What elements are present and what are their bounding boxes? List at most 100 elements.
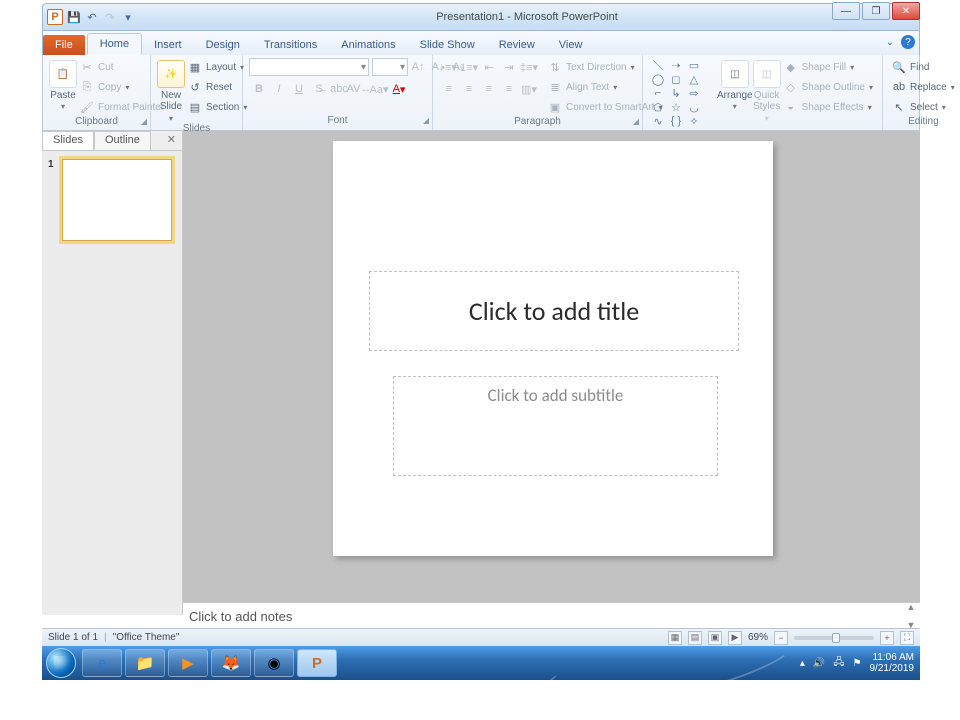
- italic-button[interactable]: I: [269, 80, 289, 98]
- tray-clock[interactable]: 11:06 AM 9/21/2019: [870, 652, 915, 674]
- app-icon[interactable]: P: [47, 9, 63, 25]
- qat-customize-icon[interactable]: ▾: [121, 10, 135, 24]
- undo-icon[interactable]: ↶: [85, 10, 99, 24]
- shape-oval-icon[interactable]: ◯: [650, 73, 666, 85]
- tab-animations[interactable]: Animations: [329, 35, 407, 55]
- pane-tab-slides[interactable]: Slides: [42, 131, 94, 150]
- font-name-combo[interactable]: ▾: [249, 58, 369, 76]
- shape-brace-icon[interactable]: { }: [668, 115, 684, 127]
- increase-font-icon[interactable]: A↑: [408, 58, 428, 76]
- view-normal-icon[interactable]: ▦: [668, 631, 682, 645]
- bold-button[interactable]: B: [249, 80, 269, 98]
- redo-icon[interactable]: ↷: [103, 10, 117, 24]
- shape-star4-icon[interactable]: ✧: [686, 115, 702, 127]
- shape-star-icon[interactable]: ☆: [668, 101, 684, 113]
- taskbar-powerpoint[interactable]: P: [297, 649, 337, 677]
- align-center-button[interactable]: ≡: [459, 80, 479, 98]
- view-slideshow-icon[interactable]: ▶: [728, 631, 742, 645]
- font-size-combo[interactable]: ▾: [372, 58, 408, 76]
- shape-line-icon[interactable]: ＼: [650, 59, 666, 71]
- find-button[interactable]: 🔍Find: [889, 58, 958, 76]
- columns-button[interactable]: ▥▾: [519, 80, 539, 98]
- tray-volume-icon[interactable]: 🔊: [813, 658, 825, 669]
- new-slide-button[interactable]: ✨ New Slide ▾: [157, 58, 185, 123]
- tab-design[interactable]: Design: [194, 35, 252, 55]
- increase-indent-button[interactable]: ⇥: [499, 58, 519, 76]
- title-placeholder[interactable]: Click to add title: [369, 271, 739, 351]
- subtitle-placeholder[interactable]: Click to add subtitle: [393, 376, 718, 476]
- shape-outline-button[interactable]: ◇Shape Outline ▾: [781, 78, 876, 96]
- shape-callout-icon[interactable]: ⬠: [650, 101, 666, 113]
- numbering-button[interactable]: 1≡▾: [459, 58, 479, 76]
- align-right-button[interactable]: ≡: [479, 80, 499, 98]
- tray-flag-icon[interactable]: ⚑: [853, 658, 862, 669]
- taskbar-ie[interactable]: e: [82, 649, 122, 677]
- tab-transitions[interactable]: Transitions: [252, 35, 329, 55]
- underline-button[interactable]: U: [289, 80, 309, 98]
- clipboard-dialog-launcher[interactable]: ◢: [141, 117, 147, 126]
- shape-triangle-icon[interactable]: △: [686, 73, 702, 85]
- tab-review[interactable]: Review: [487, 35, 547, 55]
- view-sorter-icon[interactable]: ▤: [688, 631, 702, 645]
- pane-tab-outline[interactable]: Outline: [94, 131, 151, 150]
- decrease-indent-button[interactable]: ⇤: [479, 58, 499, 76]
- font-dialog-launcher[interactable]: ◢: [423, 116, 429, 125]
- replace-button[interactable]: abReplace ▾: [889, 78, 958, 96]
- align-left-button[interactable]: ≡: [439, 80, 459, 98]
- taskbar-firefox[interactable]: 🦊: [211, 649, 251, 677]
- tab-insert[interactable]: Insert: [142, 35, 194, 55]
- slide-thumbnail-1[interactable]: [62, 159, 172, 241]
- paragraph-dialog-launcher[interactable]: ◢: [633, 117, 639, 126]
- bullets-button[interactable]: •≡▾: [439, 58, 459, 76]
- close-button[interactable]: ✕: [892, 2, 920, 20]
- layout-button[interactable]: ▦Layout ▾: [185, 58, 250, 76]
- notes-pane[interactable]: Click to add notes: [183, 602, 920, 630]
- tab-file[interactable]: File: [43, 35, 85, 55]
- reset-button[interactable]: ↺Reset: [185, 78, 250, 96]
- shape-arc-icon[interactable]: ◡: [686, 101, 702, 113]
- notes-scrollbar[interactable]: ▲▼: [904, 602, 918, 630]
- shapes-gallery[interactable]: ＼ ➝ ▭ ◯ ◻ △ ⌐ ↳ ⇨ ⬠ ☆ ◡ ∿ { } ✧ ▾: [649, 58, 717, 142]
- char-spacing-button[interactable]: AV↔: [349, 80, 369, 98]
- save-icon[interactable]: 💾: [67, 10, 81, 24]
- shape-effects-button[interactable]: ◒Shape Effects ▾: [781, 98, 876, 116]
- strike-button[interactable]: S̶: [309, 80, 329, 98]
- font-color-button[interactable]: A▾: [389, 80, 409, 98]
- taskbar-media[interactable]: ▶: [168, 649, 208, 677]
- tray-arrow-icon[interactable]: ▴: [800, 658, 805, 669]
- minimize-button[interactable]: —: [832, 2, 860, 20]
- paste-button[interactable]: 📋 Paste▾: [49, 58, 77, 112]
- shape-elbow-icon[interactable]: ↳: [668, 87, 684, 99]
- select-button[interactable]: ↖Select ▾: [889, 98, 958, 116]
- fit-window-icon[interactable]: ⛶: [900, 631, 914, 645]
- arrange-button[interactable]: ◫ Arrange▾: [717, 58, 753, 112]
- start-button[interactable]: [46, 648, 76, 678]
- minimize-ribbon-icon[interactable]: ⌄: [883, 35, 897, 49]
- view-reading-icon[interactable]: ▣: [708, 631, 722, 645]
- pane-close-icon[interactable]: ✕: [161, 131, 182, 150]
- tray-network-icon[interactable]: 🖧: [833, 655, 844, 672]
- shape-fill-button[interactable]: ◆Shape Fill ▾: [781, 58, 876, 76]
- zoom-slider[interactable]: [794, 636, 874, 640]
- zoom-out-button[interactable]: −: [774, 631, 788, 645]
- section-button[interactable]: ▤Section ▾: [185, 98, 250, 116]
- maximize-button[interactable]: ❐: [862, 2, 890, 20]
- justify-button[interactable]: ≡: [499, 80, 519, 98]
- quick-styles-button[interactable]: ◫ Quick Styles ▾: [753, 58, 781, 123]
- tab-view[interactable]: View: [547, 35, 595, 55]
- shape-rect-icon[interactable]: ▭: [686, 59, 702, 71]
- shape-connector-icon[interactable]: ⌐: [650, 87, 666, 99]
- taskbar-chrome[interactable]: ◉: [254, 649, 294, 677]
- shape-roundrect-icon[interactable]: ◻: [668, 73, 684, 85]
- shape-arrow-icon[interactable]: ➝: [668, 59, 684, 71]
- zoom-in-button[interactable]: +: [880, 631, 894, 645]
- change-case-button[interactable]: Aa▾: [369, 80, 389, 98]
- shape-blockarrow-icon[interactable]: ⇨: [686, 87, 702, 99]
- line-spacing-button[interactable]: ‡≡▾: [519, 58, 539, 76]
- taskbar-explorer[interactable]: 📁: [125, 649, 165, 677]
- help-icon[interactable]: ?: [901, 35, 915, 49]
- tab-home[interactable]: Home: [87, 33, 142, 55]
- slide-canvas[interactable]: Click to add title Click to add subtitle: [333, 141, 773, 556]
- tab-slideshow[interactable]: Slide Show: [408, 35, 487, 55]
- shape-curve-icon[interactable]: ∿: [650, 115, 666, 127]
